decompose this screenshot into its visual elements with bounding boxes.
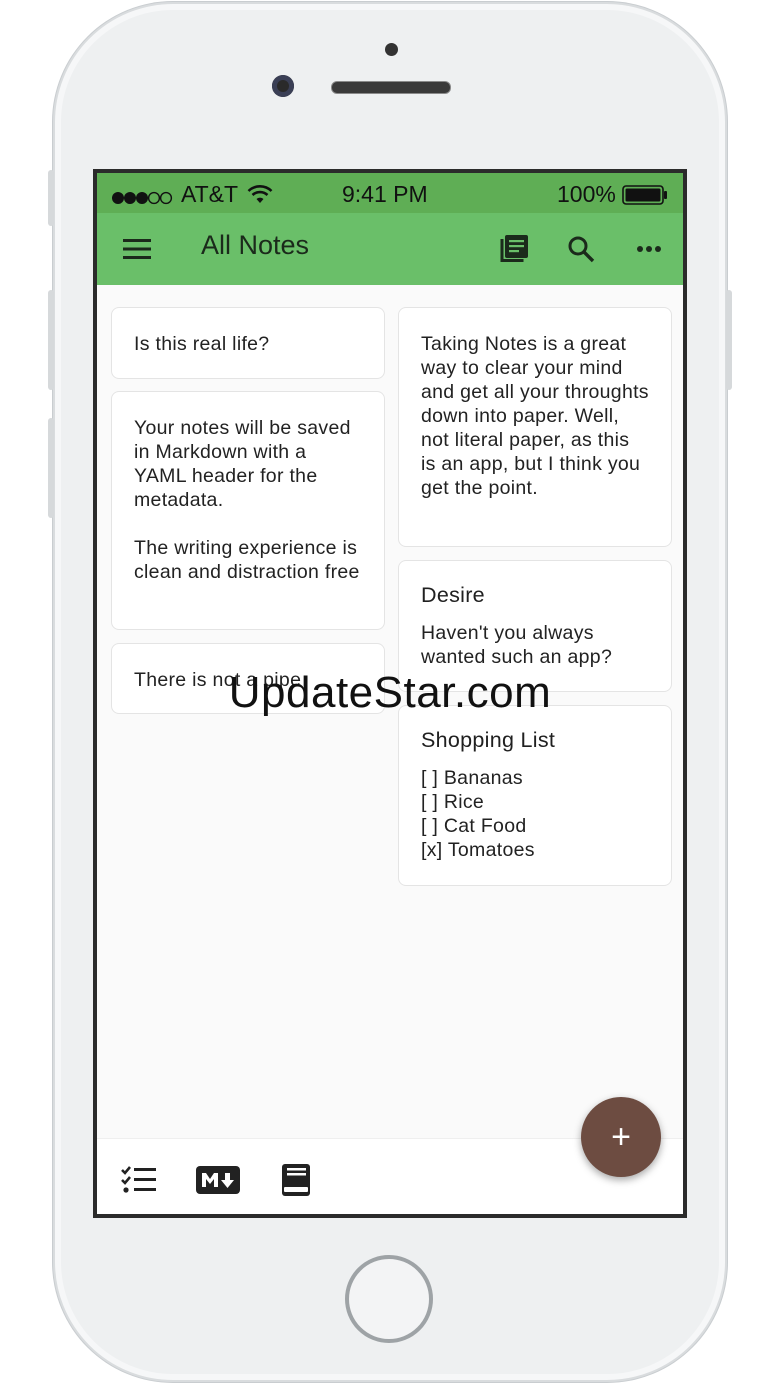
home-button[interactable] bbox=[345, 1255, 433, 1343]
note-body: Is this real life? bbox=[134, 333, 270, 355]
checklist-icon[interactable] bbox=[121, 1163, 157, 1197]
menu-icon[interactable] bbox=[119, 231, 155, 267]
page-title: All Notes bbox=[201, 230, 310, 260]
note-body: Taking Notes is a great way to clear you… bbox=[421, 333, 649, 499]
notebooks-icon[interactable] bbox=[496, 231, 532, 267]
mute-switch bbox=[48, 170, 54, 226]
note-title: Desire bbox=[421, 583, 485, 607]
app-bar: All Notes bbox=[97, 213, 683, 285]
markdown-icon[interactable] bbox=[196, 1163, 240, 1197]
add-note-button[interactable]: + bbox=[581, 1097, 661, 1177]
notebook-icon[interactable] bbox=[281, 1163, 311, 1197]
note-title: Shopping List bbox=[421, 728, 556, 752]
status-bar: AT&T 9:41 PM 100% bbox=[97, 173, 683, 213]
carrier-label: AT&T bbox=[181, 181, 239, 207]
volume-up-button bbox=[48, 290, 54, 390]
search-icon[interactable] bbox=[563, 231, 599, 267]
note-card[interactable]: Shopping List [ ] Bananas [ ] Rice [ ] C… bbox=[398, 705, 672, 886]
plus-icon: + bbox=[611, 1118, 631, 1156]
battery-icon bbox=[622, 184, 668, 211]
proximity-sensor bbox=[385, 43, 398, 56]
wifi-icon bbox=[247, 183, 273, 210]
earpiece-speaker bbox=[331, 81, 451, 94]
note-card[interactable]: Is this real life? bbox=[111, 307, 385, 379]
note-body: [ ] Bananas [ ] Rice [ ] Cat Food [x] To… bbox=[421, 767, 535, 861]
watermark-text: UpdateStar.com bbox=[228, 668, 552, 717]
note-body: Haven't you always wanted such an app? bbox=[421, 622, 613, 668]
note-body: Your notes will be saved in Markdown wit… bbox=[134, 417, 360, 583]
battery-percent: 100% bbox=[557, 181, 616, 207]
front-camera bbox=[272, 75, 294, 97]
note-card[interactable]: Taking Notes is a great way to clear you… bbox=[398, 307, 672, 547]
volume-down-button bbox=[48, 418, 54, 518]
signal-icon bbox=[111, 185, 173, 212]
clock: 9:41 PM bbox=[342, 181, 428, 207]
more-icon[interactable] bbox=[631, 231, 667, 267]
power-button bbox=[726, 290, 732, 390]
note-card[interactable]: Your notes will be saved in Markdown wit… bbox=[111, 391, 385, 630]
